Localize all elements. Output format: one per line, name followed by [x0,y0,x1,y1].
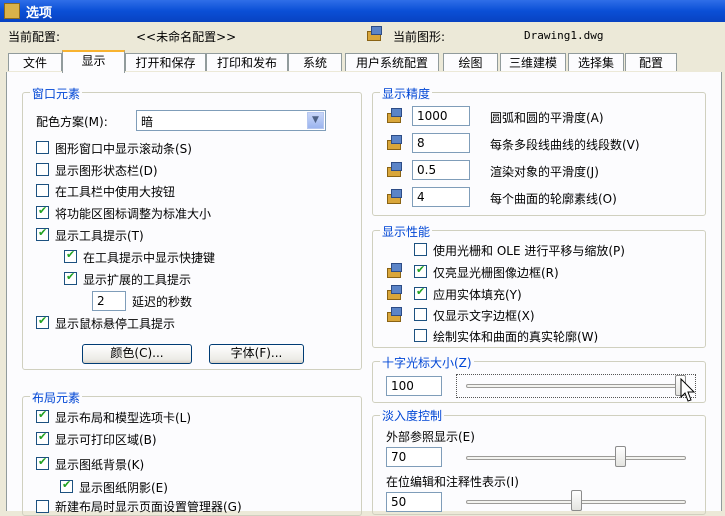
checkbox-tooltips[interactable] [36,226,49,241]
checkbox-large-buttons[interactable] [36,184,49,197]
color-scheme-select[interactable]: 暗 ▼ [136,110,326,131]
crosshair-size-input[interactable]: 100 [386,376,442,396]
solid-fill-icon [386,284,404,302]
render-smoothness-input[interactable]: 0.5 [412,160,470,180]
checkbox-rollover-tooltips[interactable] [36,314,49,329]
render-smoothness-icon [386,161,404,179]
crosshair-size-title: 十字光标大小(Z) [380,354,474,371]
checkbox-scrollbars[interactable] [36,141,49,154]
printable-area-label: 显示可打印区域(B) [55,433,157,447]
checkbox-ribbon-icons[interactable] [36,204,49,219]
tab-user-preferences[interactable]: 用户系统配置 [345,53,439,71]
tab-profiles[interactable]: 配置 [625,53,677,71]
window-title: 选项 [26,6,53,21]
arc-smoothness-icon [386,107,404,125]
raster-ole-pan-label: 使用光栅和 OLE 进行平移与缩放(P) [433,244,625,258]
contour-lines-label: 每个曲面的轮廓素线(O) [490,192,617,206]
tab-drafting[interactable]: 绘图 [443,53,498,71]
tab-display[interactable]: 显示 [62,50,125,73]
page-setup-manager-label: 新建布局时显示页面设置管理器(G) [55,500,242,514]
text-frame-icon [386,306,404,324]
shortcut-keys-label: 在工具提示中显示快捷键 [83,251,216,265]
fonts-button[interactable]: 字体(F)... [209,344,304,364]
polyline-segments-label: 每条多段线曲线的线段数(V) [490,138,640,152]
current-drawing-label: 当前图形: [393,30,446,44]
tab-plot-publish[interactable]: 打印和发布 [206,53,288,71]
app-icon [4,3,20,19]
arc-smoothness-input[interactable]: 1000 [412,106,470,126]
tab-selection[interactable]: 选择集 [568,53,624,71]
checkbox-page-setup-manager[interactable] [36,500,49,513]
contour-lines-icon [386,188,404,206]
checkbox-extended-tooltips[interactable] [64,270,77,285]
xref-fade-input[interactable]: 70 [386,447,442,467]
solid-fill-label: 应用实体填充(Y) [433,288,522,302]
tab-system[interactable]: 系统 [288,53,342,71]
arc-smoothness-label: 圆弧和圆的平滑度(A) [490,111,604,125]
render-smoothness-label: 渲染对象的平滑度(J) [490,165,599,179]
raster-frame-label: 仅亮显光栅图像边框(R) [433,266,559,280]
true-silhouettes-label: 绘制实体和曲面的真实轮廓(W) [433,330,599,344]
raster-frame-icon [386,262,404,280]
tooltips-label: 显示工具提示(T) [55,229,144,243]
checkbox-shortcut-keys[interactable] [64,248,77,263]
layout-elements-title: 布局元素 [30,389,83,406]
checkbox-status-bar[interactable] [36,163,49,176]
xref-fade-slider-thumb[interactable] [615,446,626,467]
display-resolution-title: 显示精度 [380,85,433,102]
mouse-cursor-icon [680,378,696,402]
paper-background-label: 显示图纸背景(K) [55,458,145,472]
delay-seconds-input[interactable]: 2 [92,291,126,311]
xref-fade-slider-track[interactable] [466,456,686,460]
inplace-edit-label: 在位编辑和注释性表示(I) [386,475,519,489]
polyline-segments-icon [386,134,404,152]
extended-tooltips-label: 显示扩展的工具提示 [83,273,192,287]
checkbox-printable-area[interactable] [36,430,49,445]
tab-open-save[interactable]: 打开和保存 [125,53,206,71]
chevron-down-icon[interactable]: ▼ [307,112,324,129]
display-performance-title: 显示性能 [380,223,433,240]
inplace-fade-slider-thumb[interactable] [571,490,582,511]
contour-lines-input[interactable]: 4 [412,187,470,207]
scrollbars-label: 图形窗口中显示滚动条(S) [55,142,192,156]
checkbox-raster-frame[interactable] [414,263,427,278]
color-scheme-value: 暗 [141,115,154,129]
checkbox-solid-fill[interactable] [414,285,427,300]
tab-files[interactable]: 文件 [8,53,62,71]
status-bar-label: 显示图形状态栏(D) [55,164,158,178]
checkbox-paper-background[interactable] [36,455,49,470]
delay-seconds-label: 延迟的秒数 [132,295,193,309]
checkbox-paper-shadow[interactable] [60,478,73,493]
inplace-fade-input[interactable]: 50 [386,492,442,512]
color-scheme-label: 配色方案(M): [36,115,108,129]
paper-shadow-label: 显示图纸阴影(E) [79,481,168,495]
checkbox-raster-ole-pan[interactable] [414,243,427,256]
window-elements-title: 窗口元素 [30,85,83,102]
current-drawing-value: Drawing1.dwg [524,29,604,42]
text-frame-label: 仅显示文字边框(X) [433,309,535,323]
ribbon-icons-label: 将功能区图标调整为标准大小 [55,207,212,221]
layout-tabs-label: 显示布局和模型选项卡(L) [55,411,192,425]
tab-3d-modeling[interactable]: 三维建模 [500,53,566,71]
current-profile-value: <<未命名配置>> [136,30,237,44]
title-bar[interactable] [0,0,725,22]
fade-control-title: 淡入度控制 [380,407,445,424]
polyline-segments-input[interactable]: 8 [412,133,470,153]
current-profile-label: 当前配置: [8,30,61,44]
checkbox-layout-tabs[interactable] [36,408,49,423]
rollover-tooltips-label: 显示鼠标悬停工具提示 [55,317,176,331]
colors-button[interactable]: 颜色(C)... [82,344,192,364]
checkbox-text-frame[interactable] [414,308,427,321]
checkbox-true-silhouettes[interactable] [414,329,427,342]
xref-display-label: 外部参照显示(E) [386,430,475,444]
crosshair-slider-track [466,384,686,388]
drawing-icon [366,25,384,43]
large-buttons-label: 在工具栏中使用大按钮 [55,185,176,199]
